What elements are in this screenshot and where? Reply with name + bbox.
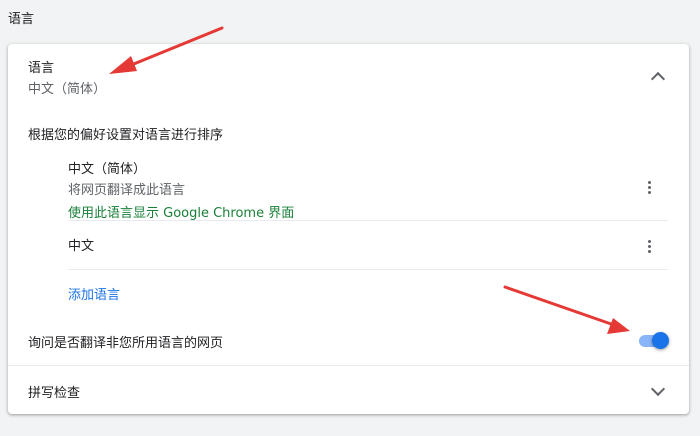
more-vert-icon[interactable] <box>640 236 660 256</box>
section-title: 语言 <box>8 12 35 27</box>
chevron-up-icon[interactable] <box>650 71 666 87</box>
language-item-zh-cn: 中文（简体） 将网页翻译成此语言 使用此语言显示 Google Chrome 界… <box>68 154 668 221</box>
add-language-link[interactable]: 添加语言 <box>68 284 120 303</box>
languages-card: 语言 中文（简体） 根据您的偏好设置对语言进行排序 中文（简体） 将网页翻译成此… <box>8 44 689 414</box>
order-label: 根据您的偏好设置对语言进行排序 <box>28 128 224 143</box>
languages-expand-header[interactable]: 语言 中文（简体） <box>8 44 689 108</box>
language-name: 中文 <box>68 239 95 254</box>
spell-check-label: 拼写检查 <box>28 386 81 401</box>
offer-translate-label: 询问是否翻译非您所用语言的网页 <box>28 336 224 351</box>
settings-page: 语言 语言 中文（简体） 根据您的偏好设置对语言进行排序 中文（简体） 将网页翻… <box>0 0 700 436</box>
language-name: 中文（简体） <box>68 162 147 177</box>
language-display-note: 使用此语言显示 Google Chrome 界面 <box>68 206 295 221</box>
language-item-zh: 中文 <box>68 221 668 270</box>
offer-translate-toggle[interactable] <box>637 332 669 350</box>
languages-current-value: 中文（简体） <box>28 82 107 97</box>
toggle-knob <box>652 332 669 349</box>
language-translate-note: 将网页翻译成此语言 <box>68 183 186 198</box>
spell-check-row[interactable]: 拼写检查 <box>8 366 689 414</box>
languages-header-title: 语言 <box>28 61 55 76</box>
more-vert-icon[interactable] <box>640 177 660 197</box>
